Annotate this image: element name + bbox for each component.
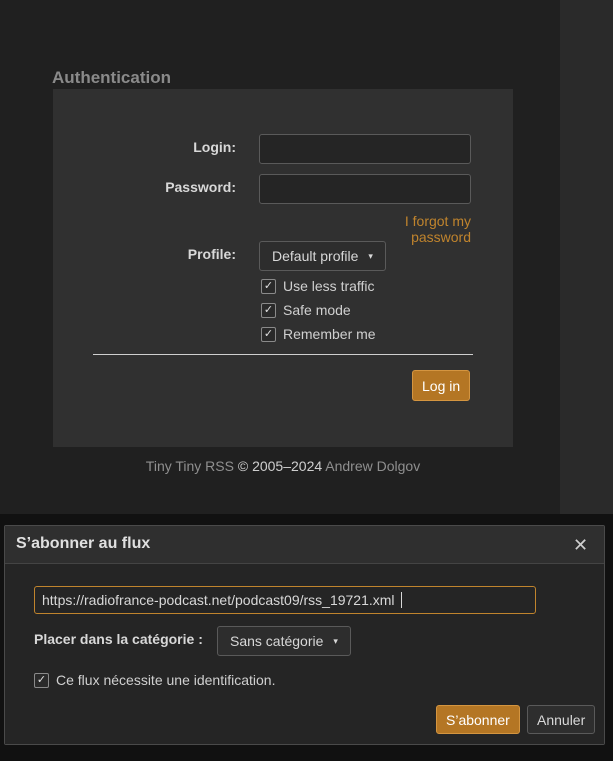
dialog-title: S’abonner au flux bbox=[16, 535, 151, 552]
checkbox-checked-icon[interactable]: ✓ bbox=[34, 672, 49, 688]
checkbox-checked-icon[interactable]: ✓ bbox=[261, 326, 276, 342]
footer: Tiny Tiny RSS © 2005–2024 Andrew Dolgov bbox=[0, 458, 566, 474]
category-value: Sans catégorie bbox=[230, 633, 324, 649]
password-label: Password: bbox=[165, 179, 236, 195]
login-button[interactable]: Log in bbox=[412, 370, 471, 401]
footer-app-name[interactable]: Tiny Tiny RSS bbox=[146, 458, 234, 474]
dialog-body: https://radiofrance-podcast.net/podcast0… bbox=[5, 564, 604, 744]
auth-panel: Login: Password: I forgot my password Pr… bbox=[53, 89, 513, 447]
cancel-button[interactable]: Annuler bbox=[527, 705, 596, 734]
checkbox-remember-me[interactable]: ✓ Remember me bbox=[261, 326, 376, 342]
right-strip bbox=[560, 0, 613, 514]
feed-url-input[interactable]: https://radiofrance-podcast.net/podcast0… bbox=[34, 586, 536, 614]
profile-dropdown[interactable]: Default profile ▾ bbox=[259, 241, 386, 271]
footer-copyright: © 2005–2024 bbox=[237, 458, 323, 474]
subscribe-dialog: S’abonner au flux ✕ https://radiofrance-… bbox=[4, 525, 605, 745]
login-input[interactable] bbox=[259, 134, 471, 164]
auth-title: Authentication bbox=[52, 68, 171, 87]
feed-url-value: https://radiofrance-podcast.net/podcast0… bbox=[42, 592, 395, 608]
form-divider bbox=[93, 354, 473, 355]
chevron-down-icon: ▾ bbox=[368, 250, 373, 261]
checkbox-label: Use less traffic bbox=[283, 278, 375, 294]
category-label: Placer dans la catégorie : bbox=[34, 631, 203, 647]
checkbox-checked-icon[interactable]: ✓ bbox=[261, 302, 276, 318]
checkbox-checked-icon[interactable]: ✓ bbox=[261, 278, 276, 294]
subscribe-button[interactable]: S’abonner bbox=[436, 705, 520, 734]
dialog-header: S’abonner au flux ✕ bbox=[5, 526, 604, 564]
login-label: Login: bbox=[193, 139, 236, 155]
chevron-down-icon: ▾ bbox=[333, 635, 338, 646]
footer-author[interactable]: Andrew Dolgov bbox=[325, 458, 420, 474]
checkbox-requires-auth[interactable]: ✓ Ce flux nécessite une identification. bbox=[34, 672, 275, 688]
profile-value: Default profile bbox=[272, 248, 359, 264]
checkbox-label: Safe mode bbox=[283, 302, 351, 318]
profile-label: Profile: bbox=[187, 246, 236, 262]
category-dropdown[interactable]: Sans catégorie ▾ bbox=[217, 626, 351, 656]
close-icon[interactable]: ✕ bbox=[573, 535, 588, 556]
checkbox-safe-mode[interactable]: ✓ Safe mode bbox=[261, 302, 351, 318]
text-cursor bbox=[400, 592, 402, 608]
checkbox-use-less-traffic[interactable]: ✓ Use less traffic bbox=[261, 278, 375, 294]
checkbox-label: Remember me bbox=[283, 326, 376, 342]
checkbox-label: Ce flux nécessite une identification. bbox=[56, 672, 276, 688]
password-input[interactable] bbox=[259, 174, 471, 204]
